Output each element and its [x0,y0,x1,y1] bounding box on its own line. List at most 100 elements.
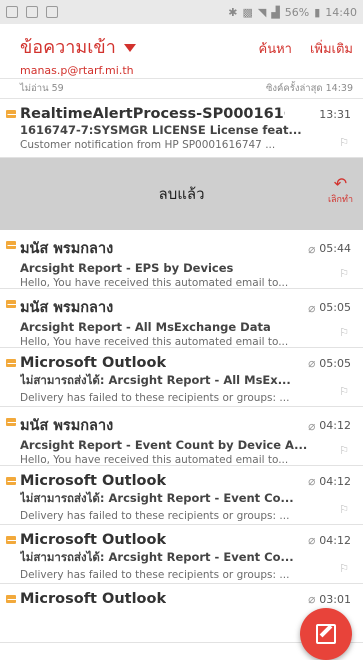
email-item[interactable]: มนัส พรมกลาง ⌀ 05:44 Arcsight Report - E… [0,230,363,289]
email-item[interactable]: Microsoft Outlook ⌀ 04:12 ไม่สามารถส่งได… [0,466,363,525]
email-meta: ⌀ 05:05 [308,301,351,315]
email-time: 05:05 [319,356,351,370]
paperclip-icon: ⌀ [308,356,316,370]
battery-percent: 56% [284,5,310,19]
status-bar-left [6,6,58,18]
flag-icon[interactable]: ⚐ [339,444,349,457]
email-preview: Customer notification from HP SP00016167… [20,139,276,151]
envelope-icon [6,477,16,485]
info-bar: ไม่อ่าน 59 ซิงค์ครั้งล่าสุด 14:39 [0,79,363,99]
email-time: 05:05 [319,301,351,314]
clock: 14:40 [325,5,357,19]
email-sender: RealtimeAlertProcess-SP000161674... [20,106,285,122]
email-time: 04:12 [319,419,351,432]
email-header-row: Microsoft Outlook ⌀ 03:01 [20,591,351,607]
search-button[interactable]: ค้นหา [259,38,292,59]
envelope-icon [6,359,16,367]
email-item[interactable]: Microsoft Outlook ⌀ 04:12 ไม่สามารถส่งได… [0,525,363,584]
email-header-row: Microsoft Outlook ⌀ 04:12 [20,473,351,489]
email-time: 03:01 [319,592,351,606]
email-sender: Microsoft Outlook [20,532,167,548]
email-subject: Arcsight Report - Event Count by Device … [20,438,308,452]
email-meta: ⌀ 05:05 [308,356,351,370]
email-sender: มนัส พรมกลาง [20,241,114,257]
email-header-row: มนัส พรมกลาง ⌀ 04:12 [20,414,351,437]
email-item[interactable]: มนัส พรมกลาง ⌀ 05:05 Arcsight Report - A… [0,289,363,348]
app-header: ข้อความเข้า manas.p@rtarf.mi.th ค้นหา เพ… [0,24,363,79]
email-header-row: มนัส พรมกลาง ⌀ 05:44 [20,237,351,260]
mailbox-title-row[interactable]: ข้อความเข้า [20,32,136,61]
email-time: 04:12 [319,533,351,547]
email-header-row: Microsoft Outlook ⌀ 04:12 [20,532,351,548]
flag-icon[interactable]: ⚐ [339,136,349,149]
email-sender: Microsoft Outlook [20,473,167,489]
email-sender: Microsoft Outlook [20,591,167,607]
signal-icon: ▟ [271,5,280,19]
email-header-row: RealtimeAlertProcess-SP000161674... 13:3… [20,106,351,122]
email-preview: Delivery has failed to these recipients … [20,392,290,404]
flag-icon[interactable]: ⚐ [339,385,349,398]
paperclip-icon: ⌀ [308,300,316,315]
deleted-label: ลบแล้ว [158,185,205,203]
header-actions: ค้นหา เพิ่มเติม [259,38,354,59]
undo-label: เลิกทำ [327,195,353,205]
email-meta: ⌀ 04:12 [308,419,351,433]
status-bar: ✱ ▩ ◥ ▟ 56% ▮ 14:40 [0,0,363,24]
email-time: 04:12 [319,474,351,488]
account-email: manas.p@rtarf.mi.th [20,64,134,77]
paperclip-icon: ⌀ [308,418,316,433]
envelope-icon [6,595,16,603]
last-sync: ซิงค์ครั้งล่าสุด 14:39 [265,83,353,94]
mute-icon: ▩ [242,5,253,19]
email-meta: ⌀ 05:44 [308,242,351,256]
wifi-icon: ◥ [257,5,267,19]
more-button[interactable]: เพิ่มเติม [310,38,353,59]
flag-icon[interactable]: ⚐ [339,562,349,575]
email-item[interactable]: มนัส พรมกลาง ⌀ 04:12 Arcsight Report - E… [0,407,363,466]
flag-icon[interactable]: ⚐ [339,503,349,516]
email-item[interactable]: RealtimeAlertProcess-SP000161674... 13:3… [0,99,363,158]
email-time: 13:31 [319,107,351,121]
email-meta: 13:31 [319,108,351,121]
paperclip-icon: ⌀ [308,241,316,256]
paperclip-icon: ⌀ [308,474,316,488]
email-sender: มนัส พรมกลาง [20,418,114,434]
envelope-icon [6,241,16,249]
envelope-icon [6,536,16,544]
email-header-row: Microsoft Outlook ⌀ 05:05 [20,355,351,371]
envelope-icon [6,300,16,308]
bluetooth-icon: ✱ [228,5,238,19]
mailbox-selector[interactable]: ข้อความเข้า manas.p@rtarf.mi.th [20,32,136,77]
email-subject: ไม่สามารถส่งได้: Arcsight Report - All M… [20,373,291,387]
flag-icon[interactable]: ⚐ [339,267,349,280]
email-time: 05:44 [319,242,351,255]
paperclip-icon: ⌀ [308,533,316,547]
undo-icon: ↶ [333,174,348,193]
email-subject: Arcsight Report - EPS by Devices [20,261,234,275]
envelope-icon [6,110,16,118]
email-preview: Delivery has failed to these recipients … [20,569,290,581]
email-sender: มนัส พรมกลาง [20,300,114,316]
unread-count: ไม่อ่าน 59 [20,83,64,94]
image-icon [26,6,38,18]
compose-button[interactable] [300,608,352,660]
envelope-icon [6,418,16,426]
battery-icon: ▮ [314,5,321,19]
email-meta: ⌀ 04:12 [308,533,351,547]
mailbox-title: ข้อความเข้า [20,37,116,58]
email-item[interactable]: Microsoft Outlook ⌀ 05:05 ไม่สามารถส่งได… [0,348,363,407]
email-subject: ไม่สามารถส่งได้: Arcsight Report - Event… [20,491,294,505]
email-meta: ⌀ 04:12 [308,474,351,488]
email-sender: Microsoft Outlook [20,355,167,371]
email-subject: Arcsight Report - All MsExchange Data [20,320,271,334]
status-bar-right: ✱ ▩ ◥ ▟ 56% ▮ 14:40 [228,6,357,19]
email-subject: 1616747-7:SYSMGR LICENSE License feat... [20,123,302,137]
email-subject: ไม่สามารถส่งได้: Arcsight Report - Event… [20,550,294,564]
email-preview: Hello, You have received this automated … [20,277,289,289]
screenshot-icon [6,6,18,18]
undo-button[interactable]: ↶ เลิกทำ [328,176,353,206]
compose-icon [316,624,336,644]
email-preview: Hello, You have received this automated … [20,336,289,348]
gallery-icon [46,6,58,18]
flag-icon[interactable]: ⚐ [339,326,349,339]
